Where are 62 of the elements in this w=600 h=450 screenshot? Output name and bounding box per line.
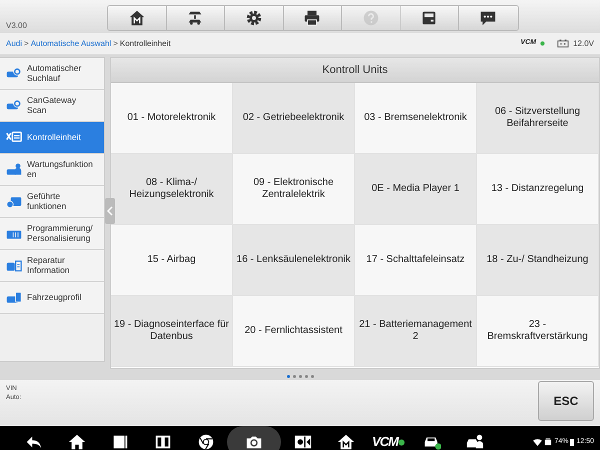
chat-button[interactable]: [459, 6, 518, 30]
esc-button[interactable]: ESC: [538, 381, 594, 421]
sidebar-item[interactable]: Automatischer Suchlauf: [0, 58, 104, 90]
chat-icon: [479, 9, 498, 27]
panel-title: Kontroll Units: [111, 58, 599, 83]
control-unit-item[interactable]: 0E - Media Player 1: [355, 154, 477, 225]
home-button[interactable]: [108, 6, 166, 30]
control-unit-item[interactable]: 15 - Airbag: [111, 225, 233, 296]
control-unit-item[interactable]: 13 - Distanzregelung: [477, 154, 599, 225]
breadcrumb-separator: >: [113, 38, 118, 50]
page-dot[interactable]: [310, 374, 314, 378]
page-dot[interactable]: [286, 374, 290, 378]
control-unit-item[interactable]: 08 - Klima-/ Heizungselektronik: [111, 154, 233, 225]
camera-button[interactable]: [227, 426, 281, 450]
battery-icon: [570, 438, 574, 446]
control-unit-item[interactable]: 21 - Batteriemanagement 2: [355, 296, 477, 367]
sidebar-item[interactable]: Reparatur Information: [0, 250, 104, 282]
collapse-handle[interactable]: [105, 198, 115, 224]
breadcrumb-link[interactable]: Audi: [6, 38, 22, 50]
control-unit-item[interactable]: 09 - Elektronische Zentralelektrik: [233, 154, 355, 225]
control-unit-item[interactable]: 06 - Sitzverstellung Beifahrerseite: [477, 83, 599, 154]
settings-button[interactable]: [225, 6, 284, 30]
save-icon: [420, 9, 438, 27]
sidebar-item[interactable]: CanGateway Scan: [0, 90, 104, 122]
control-unit-item[interactable]: 18 - Zu-/ Standheizung: [477, 225, 599, 296]
window-icon: [110, 433, 128, 450]
sidebar-item[interactable]: Fahrzeugprofil: [0, 282, 104, 314]
control-unit-item[interactable]: 17 - Schalttafeleinsatz: [355, 225, 477, 296]
sidebar-item[interactable]: Wartungsfunktion en: [0, 154, 104, 186]
home-icon: [68, 433, 86, 450]
control-unit-item[interactable]: 02 - Getriebeelektronik: [233, 83, 355, 154]
control-unit-item[interactable]: 19 - Diagnoseinterface für Datenbus: [111, 296, 233, 367]
home-icon: [128, 9, 146, 27]
sim-icon: [544, 438, 552, 446]
version-label: V3.00: [6, 20, 27, 32]
vcm-button[interactable]: VCM: [367, 426, 410, 450]
printer-button[interactable]: [284, 6, 342, 30]
connected-dot-icon: [540, 41, 546, 46]
battery-icon: [557, 39, 570, 48]
sidebar-item[interactable]: Programmierung/ Personalisierung: [0, 218, 104, 250]
help-icon: [362, 9, 380, 27]
breadcrumb-current: Kontrolleinheit: [120, 38, 171, 50]
control-unit-item[interactable]: 16 - Lenksäulenelektronik: [233, 225, 355, 296]
control-unit-item[interactable]: 01 - Motorelektronik: [111, 83, 233, 154]
voltage-label: 12.0V: [573, 38, 594, 50]
control-unit-item[interactable]: 03 - Bremsenelektronik: [355, 83, 477, 154]
settings-icon: [244, 9, 263, 27]
sidebar-item[interactable]: Kontrolleinheit: [0, 122, 104, 154]
split-screen-icon: [154, 433, 172, 450]
page-dot[interactable]: [304, 374, 308, 378]
page-dot[interactable]: [298, 374, 302, 378]
save-button[interactable]: [400, 6, 459, 30]
control-unit-item[interactable]: 20 - Fernlichtassistent: [233, 296, 355, 367]
breadcrumb-separator: >: [24, 38, 29, 50]
control-unit-item[interactable]: 23 - Bremskraftverstärkung: [477, 296, 599, 367]
wifi-icon: [533, 438, 542, 446]
car-lift-button[interactable]: [166, 6, 225, 30]
connected-dot-icon: [398, 438, 405, 446]
sidebar-item[interactable]: Geführte funktionen: [0, 186, 104, 218]
printer-icon: [303, 9, 322, 27]
breadcrumb-link[interactable]: Automatische Auswahl: [30, 38, 112, 50]
page-dot[interactable]: [292, 374, 296, 378]
